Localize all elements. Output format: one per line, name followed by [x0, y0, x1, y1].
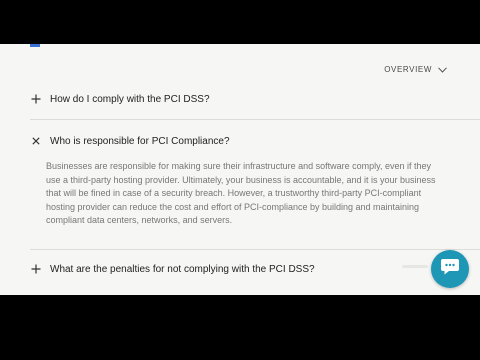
- faq-question: How do I comply with the PCI DSS?: [50, 93, 210, 105]
- faq-question: Who is responsible for PCI Compliance?: [50, 135, 230, 147]
- faq-item: How do I comply with the PCI DSS?: [0, 91, 480, 107]
- chat-bubble-icon: [440, 258, 460, 281]
- faq-question-toggle[interactable]: How do I comply with the PCI DSS?: [0, 91, 480, 107]
- chevron-down-icon: [438, 66, 447, 73]
- overview-label: OVERVIEW: [384, 65, 432, 74]
- close-icon: [30, 135, 42, 147]
- faq-question-toggle[interactable]: Who is responsible for PCI Compliance?: [0, 133, 480, 149]
- faq-question-toggle[interactable]: What are the penalties for not complying…: [0, 261, 480, 277]
- faded-element: [402, 265, 428, 268]
- overview-dropdown[interactable]: OVERVIEW: [384, 65, 447, 74]
- chat-button[interactable]: [431, 250, 469, 288]
- faq-question: What are the penalties for not complying…: [50, 263, 315, 275]
- divider: [30, 249, 480, 250]
- divider: [30, 119, 480, 120]
- faq-answer: Businesses are responsible for making su…: [46, 161, 436, 225]
- faq-item: What are the penalties for not complying…: [0, 261, 480, 277]
- faq-page: OVERVIEW How do I comply with the PCI DS…: [0, 44, 480, 295]
- active-tab-indicator: [30, 44, 40, 47]
- faq-item-expanded: Who is responsible for PCI Compliance?: [0, 133, 480, 149]
- plus-icon: [30, 93, 42, 105]
- plus-icon: [30, 263, 42, 275]
